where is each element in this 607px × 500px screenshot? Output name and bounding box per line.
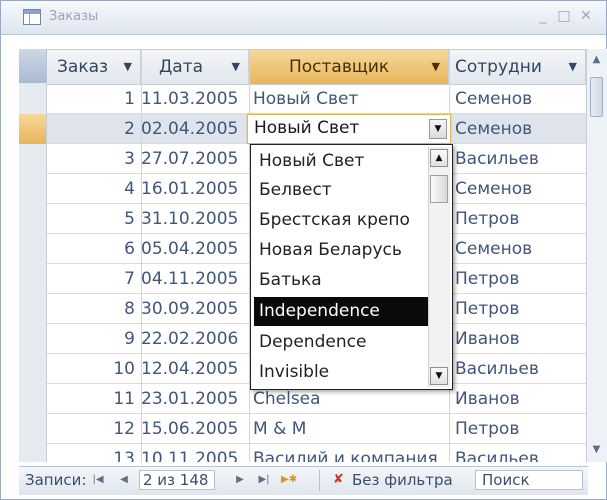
new-record-icon[interactable]: ▶✱ (281, 470, 297, 490)
supplier-dropdown-list[interactable]: Новый Свет Белвест Брестская крепо Новая… (250, 144, 453, 390)
column-header-order[interactable]: Заказ ▼ (47, 50, 141, 84)
dropdown-scroll-thumb[interactable] (430, 175, 448, 203)
no-filter-icon[interactable]: ✘ (333, 473, 347, 487)
close-button[interactable]: ✕ (578, 7, 594, 25)
window-title: Заказы (49, 9, 99, 24)
filter-toggle-button[interactable]: Без фильтра (352, 471, 453, 489)
scroll-up-icon[interactable]: ▲ (590, 53, 603, 67)
row-selector[interactable] (19, 354, 47, 384)
table-icon (23, 9, 41, 25)
dropdown-scroll-up-icon[interactable]: ▲ (430, 149, 448, 167)
row-selector[interactable] (19, 414, 47, 444)
dropdown-option[interactable]: Батька (254, 266, 429, 295)
column-header-date[interactable]: Дата ▼ (141, 50, 249, 84)
dropdown-scrollbar[interactable]: ▲ ▼ (428, 147, 450, 387)
previous-record-icon[interactable]: ◀ (117, 470, 131, 490)
next-record-icon[interactable]: ▶ (233, 470, 247, 490)
orders-window: Заказы _ □ ✕ Заказ ▼ Дата ▼ Поставщик ▼ … (0, 0, 607, 500)
first-record-icon[interactable]: |◀ (91, 470, 105, 490)
row-selector[interactable] (19, 324, 47, 354)
table-row[interactable]: 13 10.11.2005 Василий и компания Василье… (19, 444, 586, 462)
row-selector[interactable] (19, 84, 47, 114)
table-row[interactable]: 12 15.06.2005 M & M Петров (19, 414, 586, 444)
column-header-row: Заказ ▼ Дата ▼ Поставщик ▼ Сотрудни ▼ (19, 49, 607, 85)
dropdown-option[interactable]: Белвест (254, 176, 429, 205)
title-bar[interactable]: Заказы _ □ ✕ (1, 1, 606, 35)
search-input[interactable]: Поиск (475, 470, 583, 490)
row-selector[interactable] (19, 264, 47, 294)
supplier-combobox[interactable]: Новый Свет ▼ (247, 114, 451, 144)
dropdown-option[interactable]: Новый Свет (254, 147, 429, 176)
scroll-down-icon[interactable]: ▼ (590, 443, 603, 457)
row-selector[interactable] (19, 174, 47, 204)
combobox-arrow-icon[interactable]: ▼ (429, 119, 447, 139)
records-label: Записи: (25, 471, 87, 489)
sort-dropdown-icon[interactable]: ▼ (432, 50, 440, 84)
table-row[interactable]: 1 11.03.2005 Новый Свет Семенов (19, 84, 586, 114)
vertical-scrollbar[interactable]: ▲ ▼ (586, 49, 607, 462)
sort-dropdown-icon[interactable]: ▼ (569, 50, 577, 84)
nav-separator (319, 470, 320, 491)
sort-dropdown-icon[interactable]: ▼ (232, 50, 240, 84)
dropdown-option[interactable]: Invisible (254, 358, 429, 387)
column-header-employee[interactable]: Сотрудни ▼ (449, 50, 586, 84)
row-selector[interactable] (19, 384, 47, 414)
column-header-supplier[interactable]: Поставщик ▼ (249, 50, 449, 84)
maximize-button[interactable]: □ (556, 7, 572, 25)
row-selector[interactable] (19, 144, 47, 174)
scroll-thumb[interactable] (590, 77, 603, 117)
row-selector[interactable] (19, 444, 47, 462)
record-navigation-bar: Записи: |◀ ◀ 2 из 148 ▶ ▶| ▶✱ ✘ Без филь… (19, 466, 588, 495)
sort-dropdown-icon[interactable]: ▼ (124, 50, 132, 84)
row-selector[interactable] (19, 234, 47, 264)
dropdown-option[interactable]: Новая Беларусь (254, 236, 429, 265)
minimize-button[interactable]: _ (535, 7, 551, 25)
row-selector[interactable] (19, 294, 47, 324)
supplier-combobox-value[interactable]: Новый Свет (254, 118, 359, 138)
row-selector-current[interactable] (19, 114, 47, 144)
last-record-icon[interactable]: ▶| (257, 470, 271, 490)
dropdown-option[interactable]: Брестская крепо (254, 206, 429, 235)
dropdown-option-highlighted[interactable]: Independence (254, 297, 429, 326)
record-position-field[interactable]: 2 из 148 (139, 470, 215, 490)
column-divider (141, 49, 142, 462)
select-all-corner[interactable] (19, 49, 47, 83)
dropdown-option[interactable]: Dependence (254, 328, 429, 357)
row-selector[interactable] (19, 204, 47, 234)
dropdown-scroll-down-icon[interactable]: ▼ (430, 367, 448, 385)
